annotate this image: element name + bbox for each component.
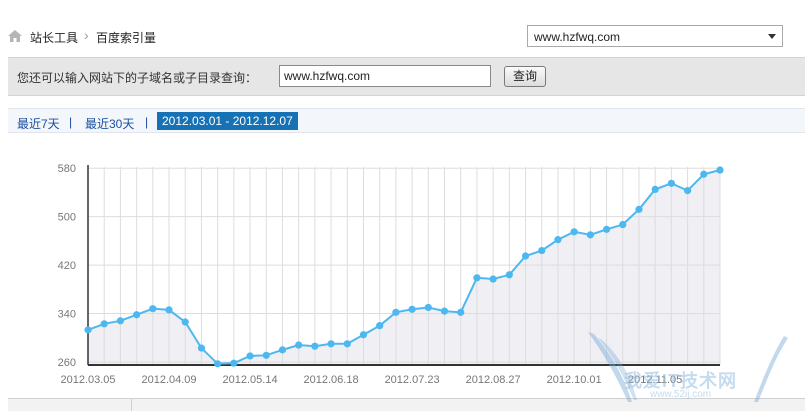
chart-data-point — [457, 308, 465, 316]
chart-data-point — [586, 231, 594, 239]
chevron-right-icon: › — [84, 27, 89, 43]
range-custom-active[interactable]: 2012.03.01 - 2012.12.07 — [157, 112, 298, 130]
subdomain-input[interactable] — [279, 65, 491, 87]
query-button[interactable]: 查询 — [504, 66, 546, 87]
chart-data-point — [538, 246, 546, 255]
chart-data-point — [602, 225, 611, 233]
breadcrumb-root[interactable]: 站长工具 — [30, 29, 78, 46]
chart-data-point — [116, 317, 125, 325]
site-select[interactable]: www.hzfwq.com — [527, 25, 783, 47]
chart-data-point — [635, 205, 643, 213]
index-volume-chart: 260 340 420 500 580 2012.03.05 2012.04.09 2012.… — [58, 163, 724, 386]
chart-ytick-label: 500 — [58, 212, 76, 224]
chart-data-point — [197, 344, 206, 352]
chart-data-point — [651, 185, 659, 194]
chart-data-point — [278, 346, 287, 354]
chart-xtick-label: 2012.04.09 — [141, 374, 196, 386]
chart-area — [88, 170, 720, 365]
home-icon[interactable] — [8, 30, 22, 42]
chart-data-point — [505, 271, 513, 279]
chart-data-point — [700, 170, 708, 178]
chart-xtick-label: 2012.11.05 — [628, 374, 682, 386]
chart-data-point — [392, 308, 400, 316]
query-label: 您还可以输入网站下的子域名或子目录查询： — [17, 71, 258, 85]
range-last-7-days[interactable]: 最近7天 — [17, 115, 60, 132]
chart-data-point — [181, 318, 189, 326]
chart-xtick-label: 2012.07.23 — [385, 374, 440, 386]
chart-data-point — [262, 351, 270, 359]
chart-ytick-label: 420 — [58, 260, 76, 272]
chart-data-point — [716, 166, 724, 174]
chart-data-point — [295, 341, 303, 349]
date-range-bar: 最近7天 | 最近30天 | 2012.03.01 - 2012.12.07 — [8, 108, 805, 133]
chart-data-point — [440, 307, 449, 315]
chart-data-point — [359, 331, 368, 339]
chart-data-point — [376, 322, 384, 330]
chart-xtick-label: 2012.08.27 — [466, 374, 521, 386]
range-last-30-days[interactable]: 最近30天 — [85, 115, 134, 132]
chart-data-point — [214, 360, 222, 368]
chart-data-point — [473, 274, 481, 282]
chart-xtick-label: 2012.05.14 — [223, 374, 278, 386]
breadcrumb-current: 百度索引量 — [96, 31, 157, 45]
chart-data-point — [683, 187, 692, 195]
tab-divider — [131, 399, 132, 411]
range-separator: | — [145, 115, 149, 129]
chart-xtick-label: 2012.10.01 — [547, 374, 602, 386]
chart-data-point — [667, 179, 675, 187]
chart-data-point — [343, 340, 351, 348]
subdomain-query-bar: 您还可以输入网站下的子域名或子目录查询： 查询 — [8, 57, 805, 96]
chart-data-point — [84, 326, 92, 334]
chart-xtick-label: 2012.06.18 — [304, 374, 359, 386]
chart-data-point — [408, 305, 416, 313]
chart-data-point — [570, 228, 578, 236]
chart-data-point — [619, 220, 627, 229]
chart-data-point — [554, 236, 562, 244]
chart-ytick-label: 340 — [58, 309, 76, 321]
site-select-value: www.hzfwq.com — [534, 30, 621, 44]
chart-ytick-label: 260 — [58, 357, 76, 369]
chart-data-point — [489, 275, 497, 283]
chart-data-point — [246, 352, 254, 360]
chart-data-point — [327, 340, 335, 348]
chart-data-point — [230, 359, 238, 367]
chart-data-point — [311, 342, 319, 350]
range-separator: | — [69, 115, 73, 129]
chevron-down-icon[interactable] — [768, 34, 776, 39]
chart-data-point — [149, 305, 157, 313]
chart-data-point — [521, 252, 530, 260]
bottom-tab-strip — [8, 398, 805, 411]
chart-data-point — [133, 311, 141, 319]
chart-ytick-label: 580 — [58, 163, 76, 175]
chart-data-point — [100, 320, 108, 328]
chart-data-point — [424, 303, 432, 312]
chart-data-point — [165, 306, 173, 314]
chart-xtick-label: 2012.03.05 — [60, 374, 115, 386]
